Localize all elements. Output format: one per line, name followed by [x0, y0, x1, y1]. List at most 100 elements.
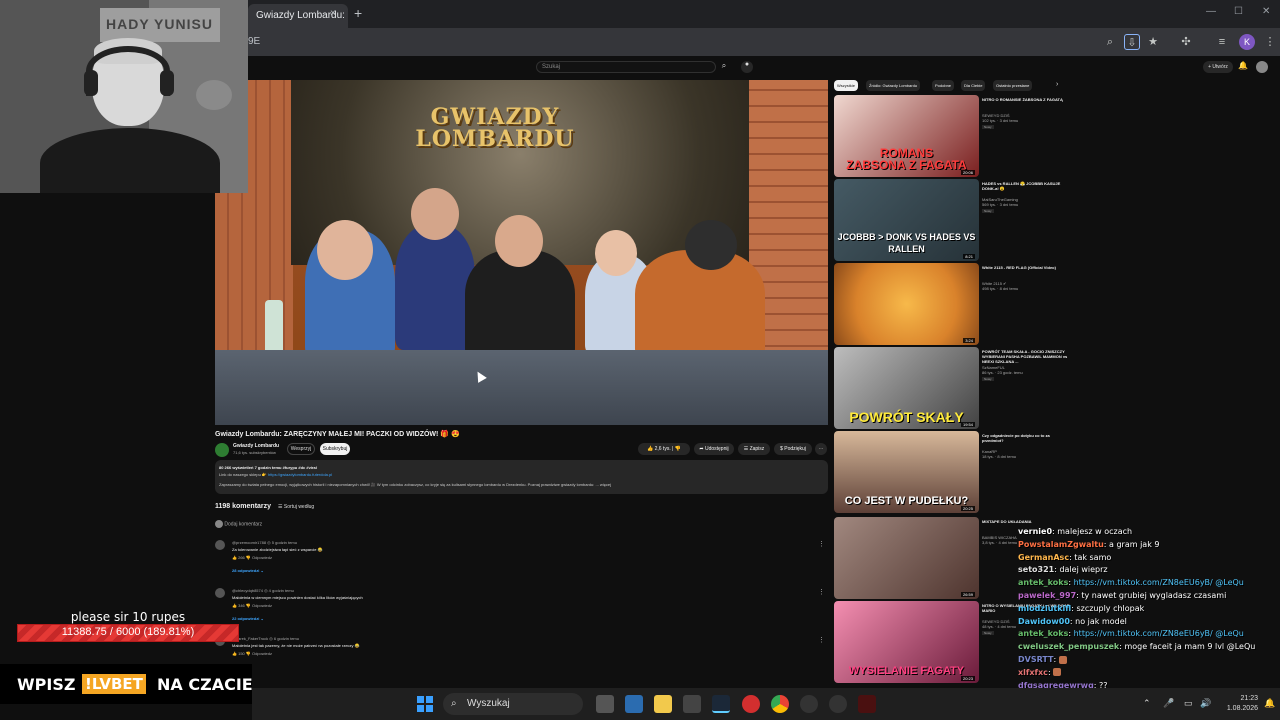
chip-source[interactable]: Źródło: Gwiazdy Lombardu [866, 80, 921, 91]
comment-author[interactable]: @chlecydqb8574 ◎ 4 godzin temu [232, 588, 294, 593]
widgets-icon[interactable] [625, 695, 643, 713]
chat-username[interactable]: PowstalamZgwaltu [1018, 540, 1104, 549]
youtube-avatar[interactable] [1256, 61, 1268, 73]
chat-username[interactable]: GermanAsc [1018, 553, 1069, 562]
create-button[interactable]: + Utwórz [1203, 61, 1233, 73]
notification-icon[interactable]: 🔔 [1264, 698, 1275, 709]
network-icon[interactable]: ▭ [1184, 698, 1193, 709]
comment-replies[interactable]: 28 odpowiedzi ⌄ [232, 568, 264, 573]
chrome-icon[interactable] [771, 695, 789, 713]
windows-start-icon[interactable] [417, 696, 433, 712]
minimize-button[interactable]: — [1206, 6, 1216, 17]
tab-close-icon[interactable]: × [330, 8, 336, 19]
comment-avatar[interactable] [215, 540, 225, 550]
microphone-icon[interactable]: ● [741, 61, 753, 73]
desc-shop-link[interactable]: https://gwiazdylombardu.futerdola.pl [268, 472, 332, 477]
volume-icon[interactable]: 🔊 [1200, 698, 1211, 709]
video-description[interactable]: 80 266 wyświetleń 7 godzin temu #furypu … [215, 460, 828, 494]
video-title[interactable]: POWRÓT TEAM SKAŁA - GOCIO ZNISZCZY WYBIE… [982, 349, 1072, 364]
chip-similar[interactable]: Podobne [932, 80, 955, 91]
chat-username[interactable]: Dawidow00 [1018, 617, 1070, 626]
tray-chevron-icon[interactable]: ⌃ [1143, 698, 1151, 709]
file-explorer-icon[interactable] [654, 695, 672, 713]
subscribe-button[interactable]: Subskrybuj [320, 443, 350, 455]
chat-username[interactable]: pawelek_997 [1018, 591, 1076, 600]
zoom-icon[interactable]: ⌕ [1102, 34, 1118, 50]
media-control-icon[interactable]: ≡ [1214, 34, 1230, 50]
video-title[interactable]: Czy odgadniecie po dotyku co to za przed… [982, 433, 1072, 443]
comment-actions[interactable]: 👍 150 👎 Odpowiedz [232, 651, 272, 656]
bookmark-star-icon[interactable]: ★ [1145, 34, 1161, 50]
app-red-icon[interactable] [742, 695, 760, 713]
comment-actions[interactable]: 👍 266 👎 Odpowiedz [232, 555, 272, 560]
video-player[interactable]: GWIAZDY LOMBARDU [215, 80, 828, 425]
join-button[interactable]: Wesprzyj [287, 443, 315, 455]
taskbar-search[interactable]: Wyszukaj [443, 693, 583, 715]
chat-username[interactable]: vernie0 [1018, 527, 1052, 536]
recommended-video[interactable]: JCOBBB > DONK VS HADES VS RALLEN 8:21 HAD… [834, 179, 1074, 261]
valorant-icon[interactable] [858, 695, 876, 713]
task-view-icon[interactable] [596, 695, 614, 713]
recommended-video[interactable]: ROMANS ZABSONA Z FAGATA 20:06 NITRO O ROM… [834, 95, 1074, 177]
close-window-button[interactable]: ✕ [1262, 6, 1270, 17]
comment-more-icon[interactable]: ⋮ [818, 588, 825, 596]
video-title[interactable]: White 2115 - RED FLAG (Official Video) [982, 265, 1072, 270]
video-title[interactable]: HADES vs RALLEN 😤 JCOBBB KASUJE DONK-a! … [982, 181, 1072, 191]
chat-username[interactable]: seto321 [1018, 565, 1054, 574]
chip-for-you[interactable]: Dla Ciebie [961, 80, 986, 91]
profile-avatar[interactable]: K [1239, 34, 1255, 50]
chip-recent[interactable]: Ostatnio przesłane [993, 80, 1033, 91]
new-tab-button[interactable]: + [354, 5, 362, 21]
video-thumbnail[interactable]: ROMANS ZABSONA Z FAGATA 20:06 [834, 95, 979, 177]
video-thumbnail[interactable]: POWRÓT SKAŁY 19:54 [834, 347, 979, 429]
chat-link[interactable]: https://vm.tiktok.com/ZN8eEU6yB/ @LeQu [1074, 578, 1244, 587]
comment-more-icon[interactable]: ⋮ [818, 540, 825, 548]
comment-author[interactable]: @Jarek_FakerTrock ◎ 6 godzin temu [232, 636, 299, 641]
chat-username[interactable]: mlodziutkifl [1018, 604, 1071, 613]
recommended-video[interactable]: 3:24 White 2115 - RED FLAG (Official Vid… [834, 263, 1074, 345]
store-icon[interactable] [683, 695, 701, 713]
channel-avatar[interactable] [215, 443, 229, 457]
chevron-right-icon[interactable]: › [1056, 81, 1058, 88]
chat-username[interactable]: xlfxfxc [1018, 668, 1048, 677]
video-title[interactable]: MIXTAPE DO UKŁADANIA [982, 519, 1072, 524]
comment-more-icon[interactable]: ⋮ [818, 636, 825, 644]
comment-avatar[interactable] [215, 588, 225, 598]
url-text[interactable]: 9E [248, 36, 260, 47]
notifications-bell-icon[interactable]: 🔔 [1238, 61, 1248, 70]
obs-icon[interactable] [800, 695, 818, 713]
like-button[interactable]: 👍 2,6 tys. | 👎 [638, 443, 690, 455]
chat-username[interactable]: antek_koks [1018, 578, 1068, 587]
taskbar-clock[interactable]: 21:23 1.08.2026 [1218, 694, 1258, 714]
chip-all[interactable]: Wszystkie [834, 80, 858, 91]
recommended-video[interactable]: CO JEST W PUDEŁKU? 20:25 Czy odgadniecie … [834, 431, 1074, 513]
extensions-icon[interactable]: ✣ [1178, 34, 1194, 50]
add-comment-input[interactable]: Dodaj komentarz [215, 520, 262, 528]
save-button[interactable]: ☰ Zapisz [738, 443, 770, 455]
comment-author[interactable]: @przemoomir1788 ◎ 5 godzin temu [232, 540, 297, 545]
search-icon[interactable]: ⌕ [716, 61, 732, 73]
video-thumbnail[interactable]: 26:59 [834, 517, 979, 599]
video-thumbnail[interactable]: CO JEST W PUDEŁKU? 20:25 [834, 431, 979, 513]
steam-icon[interactable] [712, 695, 730, 713]
install-app-icon[interactable]: ⇩ [1124, 34, 1140, 50]
chat-username[interactable]: cweluszek_pempuszek [1018, 642, 1119, 651]
maximize-button[interactable]: ☐ [1234, 6, 1243, 17]
video-title[interactable]: NITRO O ROMANSIE ŻABSONA Z FAGATĄ [982, 97, 1072, 102]
chat-username[interactable]: DVSRTT [1018, 655, 1054, 664]
chat-username[interactable]: antek_koks [1018, 629, 1068, 638]
channel-name[interactable]: Gwiazdy Lombardu [233, 443, 279, 449]
more-actions-button[interactable]: ⋯ [815, 443, 827, 455]
video-thumbnail[interactable]: WYSIELANIE FAGATY 20:23 [834, 601, 979, 683]
chat-link[interactable]: https://vm.tiktok.com/ZN8eEU6yB/ @LeQu [1074, 629, 1244, 638]
microphone-tray-icon[interactable]: 🎤 [1163, 698, 1174, 709]
share-button[interactable]: ➦ Udostępnij [694, 443, 734, 455]
search-input[interactable]: Szukaj [536, 61, 716, 73]
comment-actions[interactable]: 👍 346 👎 Odpowiedz [232, 603, 272, 608]
obs-icon[interactable] [829, 695, 847, 713]
video-thumbnail[interactable]: 3:24 [834, 263, 979, 345]
sort-comments-button[interactable]: ☰ Sortuj według [278, 504, 314, 510]
browser-menu-icon[interactable]: ⋮ [1262, 34, 1278, 50]
recommended-video[interactable]: POWRÓT SKAŁY 19:54 POWRÓT TEAM SKAŁA - GO… [834, 347, 1074, 429]
thanks-button[interactable]: $ Podziękuj [774, 443, 812, 455]
